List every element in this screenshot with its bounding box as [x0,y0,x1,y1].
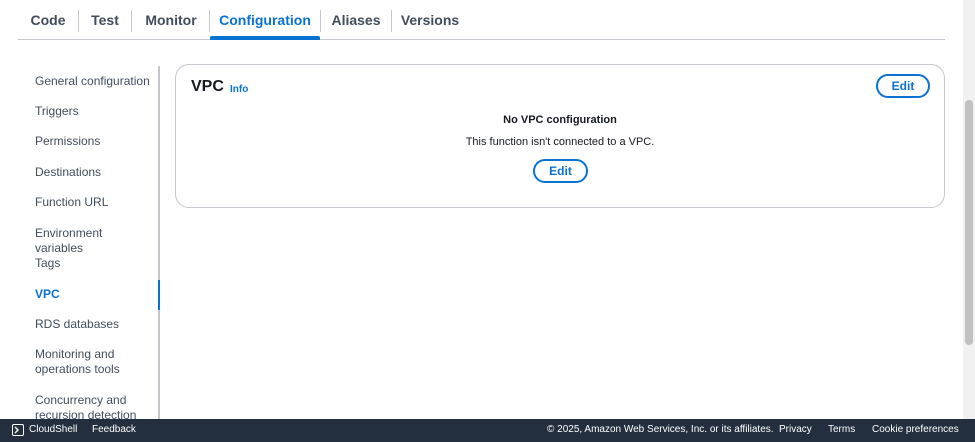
sidenav-item-triggers[interactable]: Triggers [35,104,150,119]
sidenav-item-destinations[interactable]: Destinations [35,165,150,180]
function-tabs: Code Test Monitor Configuration Aliases … [18,0,945,40]
cloudshell-icon[interactable] [12,424,24,436]
edit-button[interactable]: Edit [876,74,930,98]
tab-configuration[interactable]: Configuration [210,0,320,39]
active-tab-indicator [210,36,320,40]
tab-code[interactable]: Code [18,0,78,39]
configuration-sidenav: General configuration Triggers Permissio… [0,66,160,422]
console-footer: CloudShell Feedback © 2025, Amazon Web S… [0,419,975,442]
info-link[interactable]: Info [230,84,248,95]
scrollbar-thumb[interactable] [965,100,973,345]
empty-state-description: This function isn't connected to a VPC. [465,136,655,148]
terms-link[interactable]: Terms [828,424,855,435]
sidenav-active-indicator [158,280,160,310]
vpc-panel: VPC Info Edit No VPC configuration This … [175,64,945,208]
cookie-preferences-link[interactable]: Cookie preferences [872,424,959,435]
tab-versions[interactable]: Versions [392,0,468,39]
sidenav-item-vpc[interactable]: VPC [35,287,150,302]
sidenav-item-general-configuration[interactable]: General configuration [35,74,150,89]
sidenav-item-function-url[interactable]: Function URL [35,195,150,210]
cloudshell-link[interactable]: CloudShell [29,424,77,435]
panel-title: VPC [191,78,224,95]
sidenav-item-environment-variables[interactable]: Environment variables [35,226,150,256]
tab-aliases[interactable]: Aliases [321,0,391,39]
privacy-link[interactable]: Privacy [779,424,812,435]
tab-monitor[interactable]: Monitor [132,0,210,39]
page-scrollbar[interactable] [963,0,975,419]
sidenav-rail [158,66,160,419]
sidenav-item-tags[interactable]: Tags [35,256,150,271]
feedback-link[interactable]: Feedback [92,424,136,435]
sidenav-item-monitoring[interactable]: Monitoring and operations tools [35,347,150,377]
sidenav-item-rds-databases[interactable]: RDS databases [35,317,150,332]
tab-test[interactable]: Test [79,0,131,39]
empty-state-title: No VPC configuration [503,114,617,126]
sidenav-item-permissions[interactable]: Permissions [35,134,150,149]
empty-state-edit-button[interactable]: Edit [533,159,588,183]
copyright-text: © 2025, Amazon Web Services, Inc. or its… [547,424,774,435]
